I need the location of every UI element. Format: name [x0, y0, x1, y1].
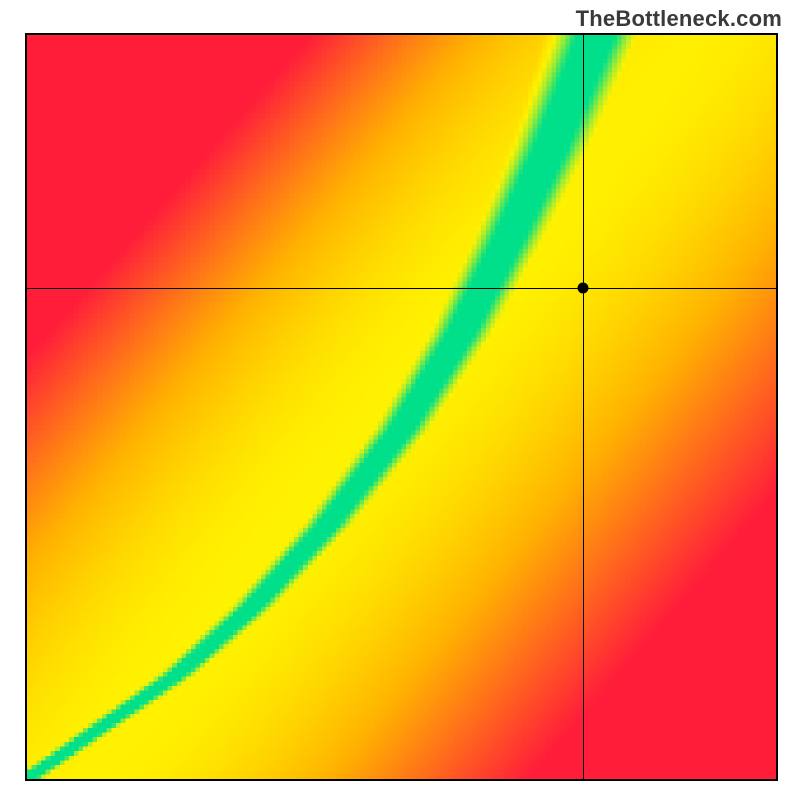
data-point-marker: [577, 282, 588, 293]
plot-area: [25, 33, 778, 781]
watermark-text: TheBottleneck.com: [576, 6, 782, 32]
crosshair-horizontal: [27, 288, 776, 289]
crosshair-vertical: [583, 35, 584, 779]
chart-container: TheBottleneck.com: [0, 0, 800, 800]
heatmap-canvas: [27, 35, 776, 779]
